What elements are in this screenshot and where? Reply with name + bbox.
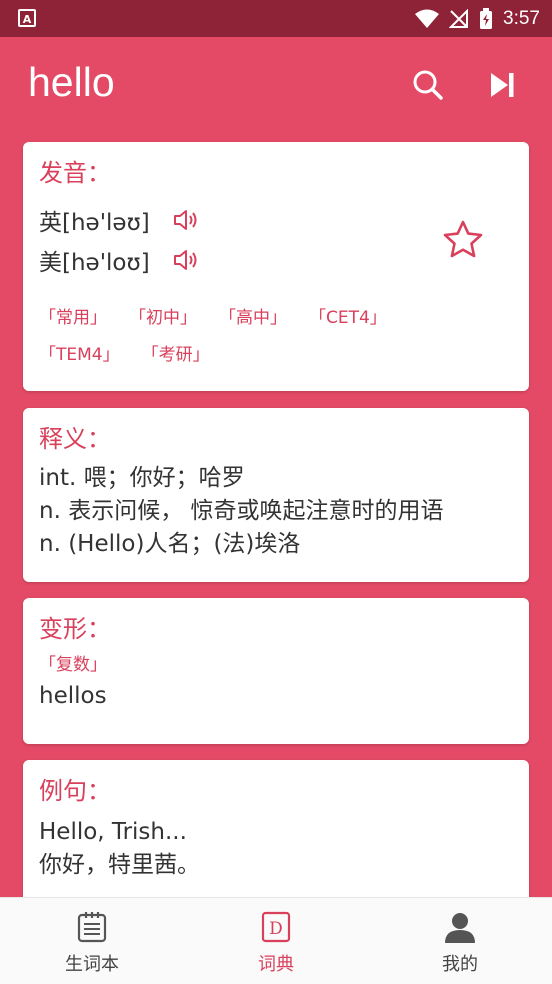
definition-heading: 释义： [39, 425, 111, 453]
notebook-icon [77, 912, 107, 943]
favorite-button[interactable] [441, 218, 485, 266]
nav-item-dictionary[interactable]: D 词典 [184, 898, 368, 984]
tag: 「CET4」 [309, 308, 387, 328]
skip-next-button[interactable] [484, 67, 520, 103]
definition-card: 释义： int. 喂；你好；哈罗 n. 表示问候， 惊奇或唤起注意时的用语 n.… [23, 408, 529, 582]
no-signal-icon [449, 8, 469, 28]
page-title: hello [28, 59, 115, 105]
definition-line: n. (Hello)人名；(法)埃洛 [39, 531, 301, 557]
nav-label: 我的 [442, 954, 478, 975]
skip-next-icon [491, 73, 514, 97]
speaker-icon [173, 210, 197, 230]
tag: 「TEM4」 [39, 345, 120, 365]
inflection-label: 「复数」 [39, 655, 107, 675]
wifi-icon [415, 9, 440, 28]
inflection-value: hellos [39, 683, 107, 709]
battery-charging-icon [480, 7, 493, 29]
uk-speaker-button[interactable] [172, 207, 200, 233]
nav-label: 词典 [258, 954, 294, 975]
tag: 「高中」 [219, 308, 287, 328]
tag: 「考研」 [141, 345, 210, 365]
dictionary-icon: D [261, 911, 291, 943]
nav-item-notebook[interactable]: 生词本 [0, 898, 184, 984]
example-heading: 例句： [39, 777, 111, 805]
status-time: 3:57 [503, 7, 540, 29]
pronunciation-heading: 发音： [39, 159, 111, 187]
inflection-heading: 变形： [39, 615, 111, 643]
app-notification-icon: A [18, 9, 36, 27]
app-bar: hello [0, 37, 552, 135]
definition-line: n. 表示问候， 惊奇或唤起注意时的用语 [39, 498, 444, 524]
search-button[interactable] [410, 67, 446, 103]
search-icon [413, 70, 443, 100]
status-icons: 3:57 [415, 0, 540, 37]
tag-list: 「常用」 「初中」 「高中」 「CET4」 「TEM4」 「考研」 [39, 300, 509, 374]
nav-item-mine[interactable]: 我的 [368, 898, 552, 984]
person-icon [445, 913, 475, 943]
star-icon [443, 220, 483, 258]
definition-line: int. 喂；你好；哈罗 [39, 465, 245, 491]
us-speaker-button[interactable] [172, 247, 200, 273]
pronunciation-card: 发音： 英[hə'ləʊ] 美[hə'loʊ] 「常用」 「初中」 「高中」 「… [23, 142, 529, 391]
speaker-icon [173, 250, 197, 270]
us-phonetic: 美[hə'loʊ] [39, 250, 150, 276]
tag: 「初中」 [129, 308, 197, 328]
tag: 「常用」 [39, 308, 107, 328]
nav-label: 生词本 [65, 954, 119, 975]
svg-text:D: D [269, 919, 283, 939]
bottom-nav: 生词本 D 词典 我的 [0, 897, 552, 984]
uk-phonetic: 英[hə'ləʊ] [39, 210, 150, 236]
example-chinese: 你好，特里茜。 [39, 852, 200, 878]
inflection-card: 变形： 「复数」 hellos [23, 598, 529, 744]
example-english: Hello, Trish... [39, 819, 187, 845]
status-bar: A 3:57 [0, 0, 552, 37]
